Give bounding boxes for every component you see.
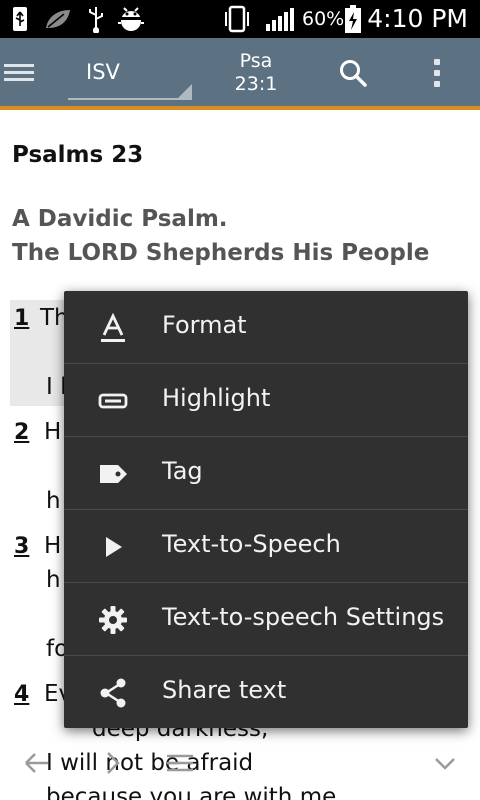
verse-text[interactable]: because you are with me [46, 784, 336, 800]
highlight-icon [98, 393, 128, 409]
chapter-title: Psalms 23 [12, 142, 144, 168]
tag-icon [100, 465, 127, 483]
version-dropdown[interactable]: ISV [68, 52, 194, 102]
verse-text[interactable]: h [46, 488, 61, 514]
app-bar: ISV Psa 23:1 [0, 38, 480, 106]
version-label: ISV [86, 60, 120, 84]
usb-icon [13, 7, 27, 31]
verse-text[interactable]: I will not be afraid [46, 750, 253, 776]
status-bar: 60% 4:10 PM [0, 0, 480, 38]
dropdown-triangle-icon [176, 84, 192, 100]
play-icon [106, 537, 122, 557]
search-icon[interactable] [338, 58, 368, 88]
menu-item-share-text[interactable]: Share text [64, 656, 468, 729]
menu-item-text-to-speech[interactable]: Text-to-Speech [64, 510, 468, 583]
clock: 4:10 PM [367, 4, 468, 33]
verse-number[interactable]: 1 [14, 306, 29, 331]
usb-connection-icon [89, 7, 103, 33]
nav-drawer-icon[interactable] [4, 59, 34, 85]
leaf-icon [46, 10, 70, 28]
verse-text[interactable]: H [44, 419, 61, 445]
format-text-icon [101, 313, 125, 342]
menu-item-label: Highlight [162, 384, 271, 412]
share-icon [100, 678, 126, 708]
reference-selector[interactable]: Psa 23:1 [222, 50, 290, 96]
verse-number[interactable]: 4 [14, 682, 29, 707]
next-chapter-icon[interactable] [98, 748, 128, 778]
battery-charging-icon [345, 5, 361, 33]
overflow-menu-icon[interactable] [430, 57, 444, 89]
verse-number[interactable]: 2 [14, 420, 29, 445]
previous-chapter-icon[interactable] [22, 748, 52, 778]
menu-item-tag[interactable]: Tag [64, 437, 468, 510]
chevron-down-icon[interactable] [430, 748, 460, 778]
vibrate-icon [225, 5, 249, 33]
reference-book: Psa [239, 50, 273, 72]
chapter-list-icon[interactable] [164, 748, 196, 778]
menu-item-label: Text-to-Speech [162, 530, 341, 558]
reference-location: 23:1 [234, 73, 278, 95]
battery-percent: 60% [302, 8, 345, 30]
verse-text[interactable]: h [46, 567, 61, 593]
gear-icon [99, 606, 127, 634]
section-heading: The LORD Shepherds His People [12, 240, 430, 266]
verse-text[interactable]: H [44, 533, 61, 559]
verse-number[interactable]: 3 [14, 534, 29, 559]
android-debug-icon [118, 7, 144, 31]
menu-item-label: Text-to-speech Settings [162, 603, 445, 631]
verse-context-menu: Format Highlight Tag Text-to-Speech Text… [64, 291, 468, 728]
menu-item-label: Tag [162, 457, 203, 485]
menu-item-label: Format [162, 311, 247, 339]
menu-item-highlight[interactable]: Highlight [64, 364, 468, 437]
menu-item-format[interactable]: Format [64, 291, 468, 364]
signal-icon [266, 8, 294, 31]
dropdown-underline [68, 98, 188, 100]
menu-item-label: Share text [162, 676, 287, 704]
menu-item-tts-settings[interactable]: Text-to-speech Settings [64, 583, 468, 656]
psalm-superscription: A Davidic Psalm. [12, 206, 228, 232]
